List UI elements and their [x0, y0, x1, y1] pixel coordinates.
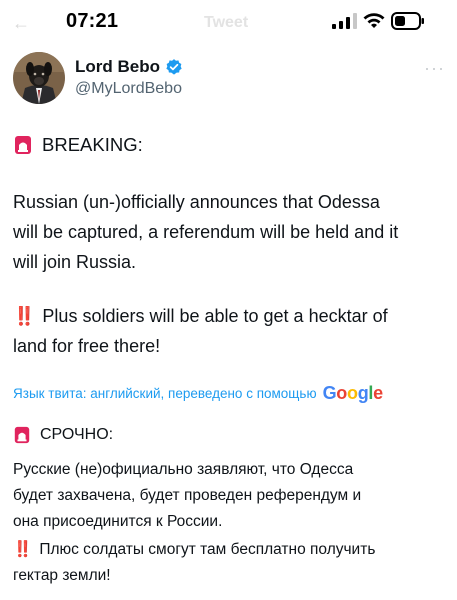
google-logo: Google [322, 383, 384, 404]
wifi-icon [363, 13, 385, 28]
tweet-paragraph-ru-1: Русские (не)официально заявляют, что Оде… [13, 457, 443, 535]
google-letter: G [322, 383, 337, 403]
headline-text: BREAKING: [42, 134, 143, 155]
siren-icon [14, 426, 30, 444]
page-title: Tweet [204, 14, 249, 31]
avatar-dog-in-suit-icon [13, 52, 65, 104]
tweet-headline-en: BREAKING: [13, 134, 443, 156]
back-arrow-icon[interactable]: ← [12, 13, 30, 34]
status-bar: ← 07:21 Tweet [0, 0, 457, 44]
google-letter: e [373, 383, 383, 403]
text-line: will be captured, a referendum will be h… [13, 222, 399, 242]
text-line: land for free there! [13, 336, 161, 356]
cellular-signal-icon [332, 13, 357, 29]
text-line: Plus soldiers will be able to get a heck… [42, 306, 388, 326]
battery-icon [391, 12, 424, 30]
text-line: будет захвачена, будет проведен референд… [13, 487, 362, 504]
translation-note[interactable]: Язык твита: английский, переведено с пом… [13, 383, 383, 404]
author-handle[interactable]: @MyLordBebo [75, 80, 182, 98]
double-exclamation-icon: ‼️ [13, 306, 35, 326]
tweet-headline-ru: СРОЧНО: [13, 426, 443, 444]
tweet-paragraph-en-2: ‼️ Plus soldiers will be able to get a h… [13, 301, 443, 361]
text-line: она присоединится к России. [13, 513, 223, 530]
author-name-row[interactable]: Lord Bebo [75, 57, 183, 77]
clock-time: 07:21 [66, 10, 119, 32]
google-letter: o [346, 383, 358, 403]
translation-note-text[interactable]: Язык твита: английский, переведено с пом… [13, 386, 317, 401]
text-line: Плюс солдаты смогут там бесплатно получи… [39, 541, 376, 558]
avatar[interactable] [13, 52, 65, 104]
text-line: will join Russia. [13, 252, 137, 272]
tweet-paragraph-ru-2: ‼️ Плюс солдаты смогут там бесплатно пол… [13, 537, 443, 589]
double-exclamation-icon: ‼️ [13, 541, 32, 558]
siren-icon [15, 136, 31, 154]
text-line: Русские (не)официально заявляют, что Оде… [13, 461, 354, 478]
verified-badge-icon [166, 59, 182, 75]
author-name[interactable]: Lord Bebo [75, 57, 160, 77]
tweet-paragraph-en-1: Russian (un-)officially announces that O… [13, 187, 443, 277]
google-letter: g [357, 383, 369, 403]
google-letter: o [336, 383, 347, 403]
text-line: Russian (un-)officially announces that O… [13, 192, 380, 212]
text-line: гектар земли! [13, 567, 111, 584]
headline-text: СРОЧНО: [40, 426, 114, 443]
more-options-icon[interactable]: ··· [424, 58, 445, 79]
